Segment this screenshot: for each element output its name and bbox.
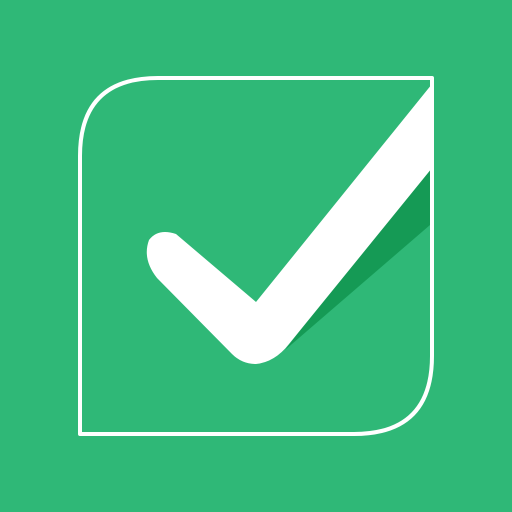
app-icon-tile: [0, 0, 512, 512]
checkbox-check-icon: [78, 76, 434, 436]
